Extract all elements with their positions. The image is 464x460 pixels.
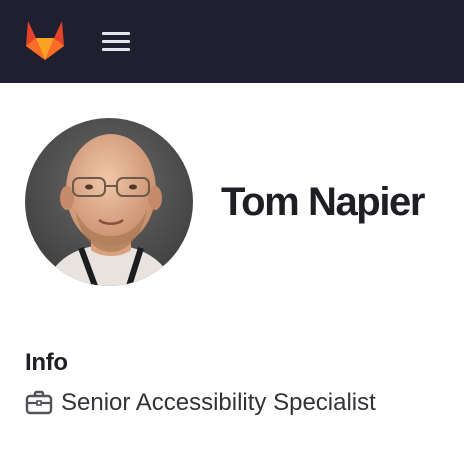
top-navigation-bar: [0, 0, 464, 83]
info-heading: Info: [25, 349, 68, 376]
profile-name: Tom Napier: [221, 180, 425, 224]
hamburger-menu-icon[interactable]: [100, 30, 132, 54]
job-title: Senior Accessibility Specialist: [61, 389, 376, 416]
gitlab-tanuki-icon: [26, 21, 64, 60]
avatar: [25, 118, 193, 286]
avatar-photo: [25, 118, 193, 286]
gitlab-logo-link[interactable]: [22, 18, 68, 62]
job-title-row: Senior Accessibility Specialist: [25, 386, 376, 420]
briefcase-icon: [25, 390, 53, 415]
